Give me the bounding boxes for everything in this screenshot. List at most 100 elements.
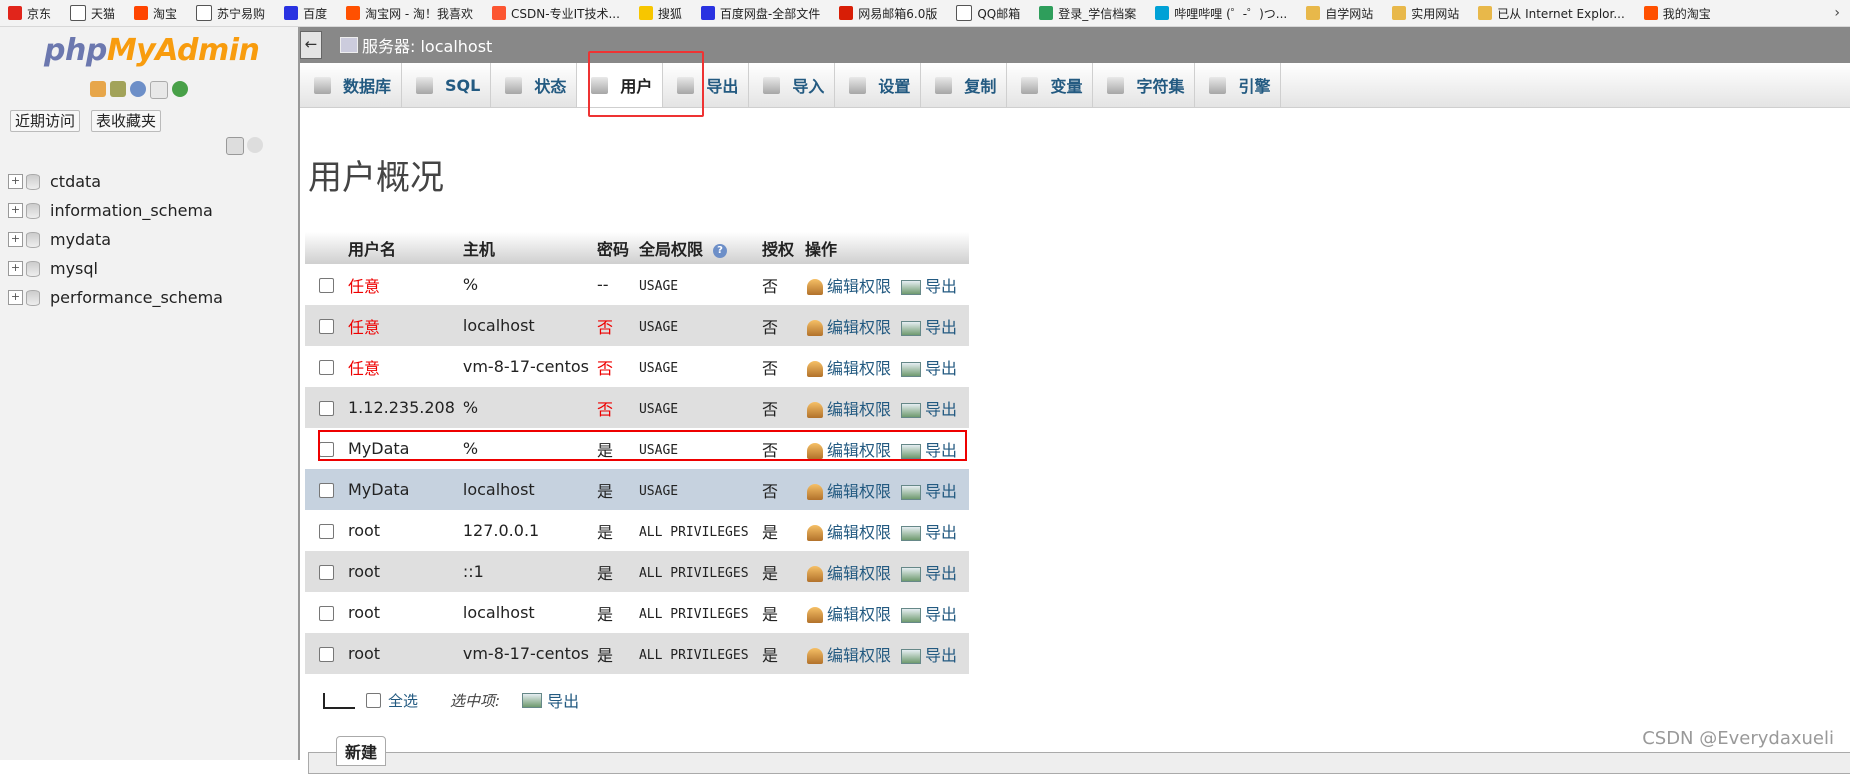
favorites-button[interactable]: 表收藏夹 bbox=[91, 110, 162, 132]
row-checkbox[interactable] bbox=[319, 483, 334, 498]
row-checkbox[interactable] bbox=[319, 565, 334, 580]
edit-privileges-link[interactable]: 编辑权限 bbox=[805, 646, 891, 665]
export-link[interactable]: 导出 bbox=[891, 564, 957, 583]
bookmark-item[interactable]: 京东 bbox=[0, 5, 62, 22]
edit-privileges-icon bbox=[806, 648, 823, 664]
link-icon[interactable] bbox=[247, 137, 263, 153]
bookmark-item[interactable]: 哔哩哔哩 (゜-゜)つ... bbox=[1147, 5, 1298, 22]
database-name[interactable]: mysql bbox=[50, 259, 98, 278]
export-link[interactable]: 导出 bbox=[891, 523, 957, 542]
table-row: root vm-8-17-centos 是 ALL PRIVILEGES 是 编辑权限 导出 bbox=[305, 633, 969, 674]
tab-import[interactable]: 导入 bbox=[749, 63, 836, 107]
tab-status[interactable]: 状态 bbox=[491, 63, 578, 107]
edit-privileges-link[interactable]: 编辑权限 bbox=[805, 564, 891, 583]
help-icon[interactable]: ? bbox=[712, 243, 727, 258]
help-icon[interactable] bbox=[130, 81, 146, 97]
edit-privileges-link[interactable]: 编辑权限 bbox=[805, 277, 891, 296]
database-name[interactable]: ctdata bbox=[50, 172, 101, 191]
expand-icon[interactable]: + bbox=[8, 203, 23, 218]
row-checkbox[interactable] bbox=[319, 401, 334, 416]
edit-privileges-link[interactable]: 编辑权限 bbox=[805, 605, 891, 624]
database-item[interactable]: + ctdata bbox=[8, 167, 223, 196]
edit-privileges-link[interactable]: 编辑权限 bbox=[805, 441, 891, 460]
home-icon[interactable] bbox=[90, 81, 106, 97]
password-status: 是 bbox=[596, 440, 613, 460]
tab-charset[interactable]: 字符集 bbox=[1093, 63, 1196, 107]
edit-privileges-link[interactable]: 编辑权限 bbox=[805, 359, 891, 378]
edit-privileges-link[interactable]: 编辑权限 bbox=[805, 523, 891, 542]
bookmark-item[interactable]: 实用网站 bbox=[1384, 5, 1470, 22]
database-item[interactable]: + performance_schema bbox=[8, 283, 223, 312]
row-checkbox[interactable] bbox=[319, 524, 334, 539]
tab-export[interactable]: 导出 bbox=[663, 63, 750, 107]
bookmark-item[interactable]: 我的淘宝 bbox=[1636, 5, 1722, 22]
export-link[interactable]: 导出 bbox=[891, 482, 957, 501]
bookmark-item[interactable]: QQ邮箱 bbox=[948, 5, 1031, 22]
phpmyadmin-logo[interactable]: phpMyAdmin bbox=[44, 33, 260, 68]
row-checkbox[interactable] bbox=[319, 319, 334, 334]
database-item[interactable]: + information_schema bbox=[8, 196, 223, 225]
back-button[interactable]: ← bbox=[300, 31, 322, 59]
expand-icon[interactable]: + bbox=[8, 232, 23, 247]
expand-icon[interactable]: + bbox=[8, 261, 23, 276]
bookmark-item[interactable]: 网易邮箱6.0版 bbox=[831, 5, 948, 22]
bookmark-item[interactable]: 淘宝 bbox=[126, 5, 188, 22]
row-checkbox[interactable] bbox=[319, 647, 334, 662]
bookmark-label: 哔哩哔哩 (゜-゜)つ... bbox=[1174, 6, 1288, 21]
username-cell: 任意 bbox=[344, 346, 459, 387]
tab-sql[interactable]: SQL bbox=[402, 63, 492, 107]
edit-privileges-link[interactable]: 编辑权限 bbox=[805, 318, 891, 337]
database-name[interactable]: information_schema bbox=[50, 201, 213, 220]
edit-privileges-link[interactable]: 编辑权限 bbox=[805, 400, 891, 419]
export-link[interactable]: 导出 bbox=[891, 441, 957, 460]
database-name[interactable]: mydata bbox=[50, 230, 111, 249]
bookmarks-overflow-icon[interactable]: › bbox=[1824, 5, 1850, 21]
recent-button[interactable]: 近期访问 bbox=[10, 110, 81, 132]
tab-engine[interactable]: 引擎 bbox=[1195, 63, 1282, 107]
edit-privileges-link[interactable]: 编辑权限 bbox=[805, 482, 891, 501]
bookmark-item[interactable]: CSDN-专业IT技术... bbox=[484, 5, 631, 22]
reload-icon[interactable] bbox=[172, 81, 188, 97]
collapse-all-icon[interactable] bbox=[226, 137, 244, 155]
server-breadcrumb[interactable]: 服务器: localhost bbox=[340, 33, 492, 57]
bookmark-item[interactable]: 淘宝网 - 淘！我喜欢 bbox=[338, 5, 484, 22]
tab-settings[interactable]: 设置 bbox=[835, 63, 922, 107]
row-checkbox[interactable] bbox=[319, 360, 334, 375]
export-icon bbox=[900, 361, 921, 377]
expand-icon[interactable]: + bbox=[8, 174, 23, 189]
bulk-export-button[interactable]: 导出 bbox=[522, 688, 579, 712]
expand-icon[interactable]: + bbox=[8, 290, 23, 305]
bookmark-item[interactable]: 登录_学信档案 bbox=[1031, 5, 1147, 22]
database-item[interactable]: + mydata bbox=[8, 225, 223, 254]
bookmark-item[interactable]: 自学网站 bbox=[1298, 5, 1384, 22]
row-checkbox[interactable] bbox=[319, 442, 334, 457]
tab-variables[interactable]: 变量 bbox=[1007, 63, 1094, 107]
bookmark-item[interactable]: 百度 bbox=[276, 5, 338, 22]
select-all-label[interactable]: 全选 bbox=[388, 690, 418, 711]
export-icon bbox=[677, 76, 695, 94]
tab-replication[interactable]: 复制 bbox=[921, 63, 1008, 107]
row-checkbox[interactable] bbox=[319, 606, 334, 621]
export-link[interactable]: 导出 bbox=[891, 359, 957, 378]
database-name[interactable]: performance_schema bbox=[50, 288, 223, 307]
username: 任意 bbox=[348, 358, 381, 378]
logout-icon[interactable] bbox=[110, 81, 126, 97]
row-checkbox[interactable] bbox=[319, 278, 334, 293]
export-link[interactable]: 导出 bbox=[891, 400, 957, 419]
bookmark-item[interactable]: 搜狐 bbox=[631, 5, 693, 22]
tab-users[interactable]: 用户 bbox=[577, 63, 664, 107]
tab-database[interactable]: 数据库 bbox=[300, 63, 403, 107]
bookmark-item[interactable]: 已从 Internet Explor... bbox=[1470, 5, 1636, 22]
export-link[interactable]: 导出 bbox=[891, 646, 957, 665]
database-item[interactable]: + mysql bbox=[8, 254, 223, 283]
bookmark-item[interactable]: 天猫 bbox=[62, 5, 126, 22]
docs-icon[interactable] bbox=[150, 81, 168, 99]
bookmark-item[interactable]: 苏宁易购 bbox=[188, 5, 276, 22]
tab-label: 引擎 bbox=[1238, 77, 1271, 96]
bookmark-item[interactable]: 百度网盘-全部文件 bbox=[693, 5, 831, 22]
export-link[interactable]: 导出 bbox=[891, 605, 957, 624]
export-link[interactable]: 导出 bbox=[891, 277, 957, 296]
export-link[interactable]: 导出 bbox=[891, 318, 957, 337]
select-all-checkbox[interactable] bbox=[366, 692, 381, 708]
edit-privileges-icon bbox=[806, 607, 823, 623]
